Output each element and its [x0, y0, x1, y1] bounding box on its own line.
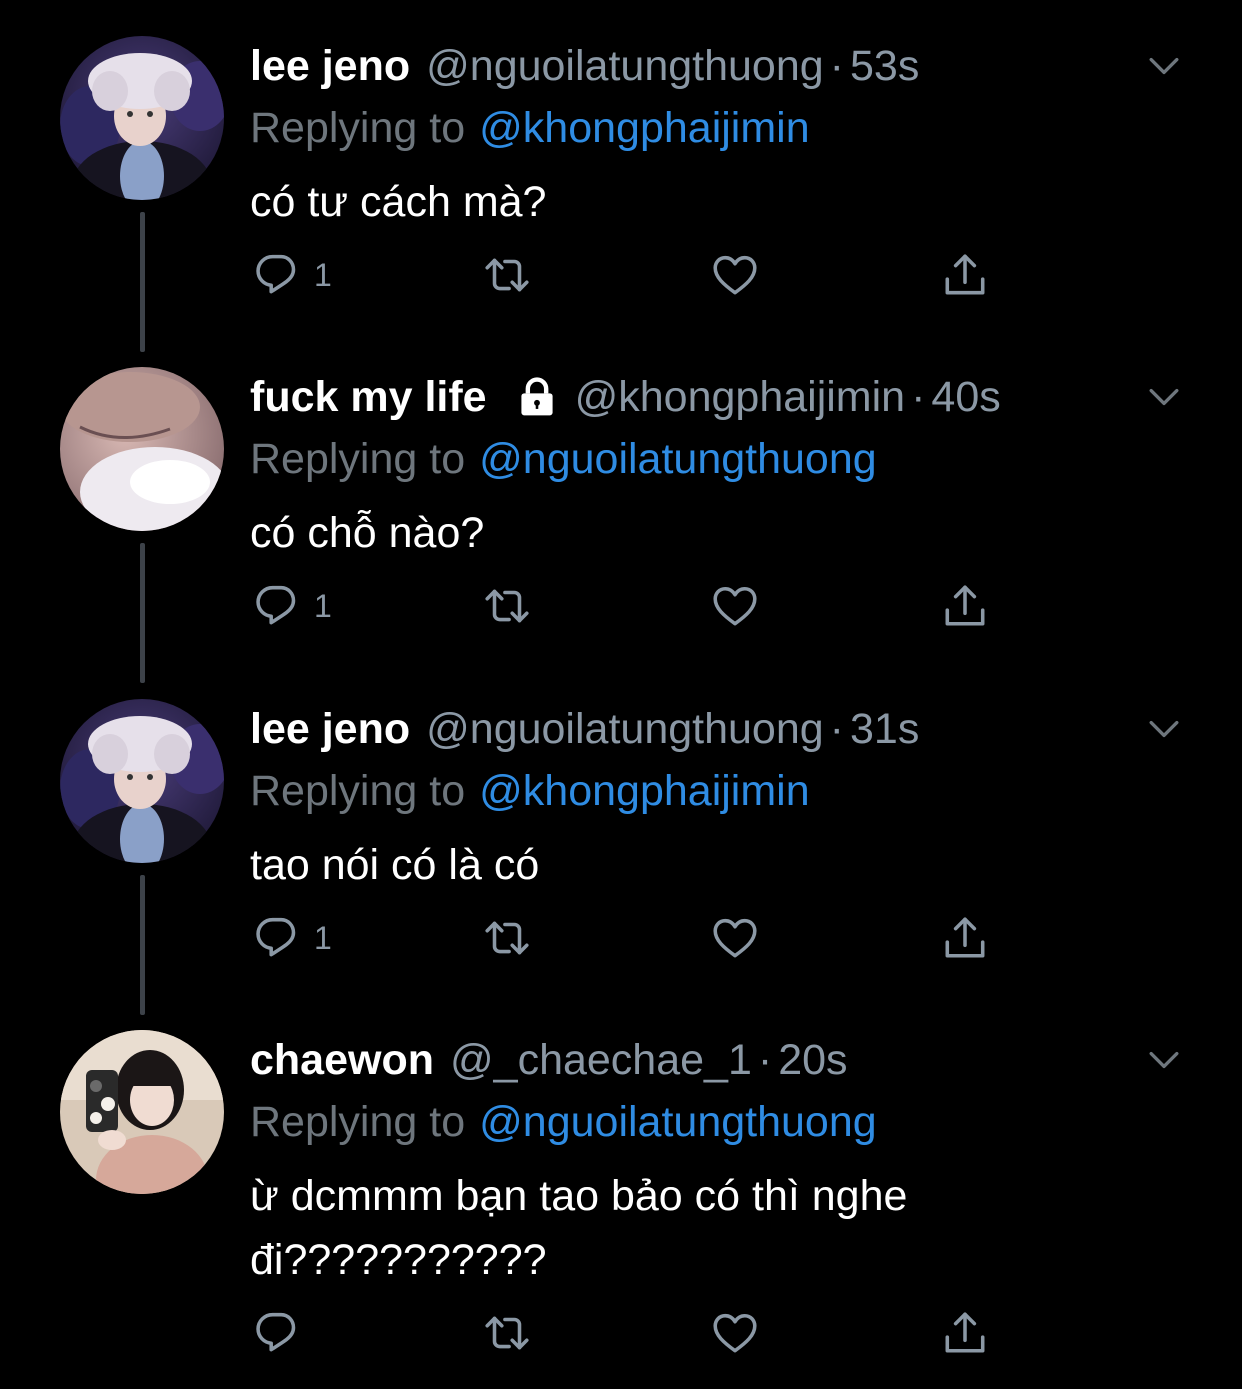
avatar[interactable] — [60, 699, 224, 863]
retweet-icon — [482, 1308, 532, 1358]
retweet-icon — [482, 913, 532, 963]
separator: · — [911, 373, 926, 421]
share-button[interactable] — [940, 250, 990, 300]
share-icon — [940, 913, 990, 963]
avatar-fuck-my-life — [60, 367, 224, 531]
handle[interactable]: @_chaechae_1 — [450, 1030, 752, 1090]
share-icon — [940, 581, 990, 631]
replying-to: Replying to @nguoilatungthuong — [250, 429, 877, 489]
tweet-text-line: ừ dcmmm bạn tao bảo có thì nghe — [250, 1172, 908, 1220]
heart-icon — [710, 913, 760, 963]
like-button[interactable] — [710, 913, 760, 963]
mention-link[interactable]: @khongphaijimin — [479, 104, 810, 152]
retweet-button[interactable] — [482, 1308, 532, 1358]
retweet-icon — [482, 250, 532, 300]
share-button[interactable] — [940, 1308, 990, 1358]
share-button[interactable] — [940, 581, 990, 631]
action-bar — [250, 1308, 1010, 1358]
chevron-down-icon[interactable] — [1142, 44, 1186, 88]
reply-icon — [254, 913, 304, 963]
tweet-header: lee jeno @nguoilatungthuong · 31s — [250, 699, 919, 759]
display-name[interactable]: lee jeno — [250, 699, 410, 759]
timestamp[interactable]: 31s — [850, 699, 919, 759]
tweet-text: tao nói có là có — [250, 841, 540, 889]
tweet-header: fuck my life @khongphaijimin · 40s — [250, 367, 1001, 427]
reply-icon — [254, 250, 304, 300]
reply-icon — [254, 1308, 304, 1358]
heart-icon — [710, 1308, 760, 1358]
heart-icon — [710, 581, 760, 631]
mention-link[interactable]: @nguoilatungthuong — [479, 435, 877, 483]
display-name[interactable]: chaewon — [250, 1030, 434, 1090]
replying-to-label: Replying to — [250, 767, 466, 815]
like-button[interactable] — [710, 250, 760, 300]
timestamp[interactable]: 20s — [778, 1030, 847, 1090]
thread-line — [140, 543, 145, 683]
reply-count: 1 — [314, 919, 332, 956]
avatar[interactable] — [60, 367, 224, 531]
replying-to-label: Replying to — [250, 435, 466, 483]
action-bar: 1 — [250, 250, 1010, 300]
chevron-down-icon[interactable] — [1142, 375, 1186, 419]
reply-button[interactable]: 1 — [254, 250, 332, 300]
retweet-button[interactable] — [482, 581, 532, 631]
separator: · — [829, 705, 844, 753]
replying-to: Replying to @khongphaijimin — [250, 761, 810, 821]
separator: · — [829, 42, 844, 90]
avatar-chaewon — [60, 1030, 224, 1194]
reply-icon — [254, 581, 304, 631]
thread-line — [140, 212, 145, 352]
replying-to-label: Replying to — [250, 104, 466, 152]
tweet[interactable]: chaewon @_chaechae_1 · 20s Replying to @n… — [0, 1030, 1242, 1380]
tweet[interactable]: fuck my life @khongphaijimin · 40s Reply… — [0, 367, 1242, 683]
chevron-down-icon[interactable] — [1142, 1038, 1186, 1082]
reply-button[interactable] — [254, 1308, 314, 1358]
tweet[interactable]: lee jeno @nguoilatungthuong · 53s Replyi… — [0, 36, 1242, 352]
tweet-text: có chỗ nào? — [250, 509, 485, 557]
like-button[interactable] — [710, 1308, 760, 1358]
mention-link[interactable]: @nguoilatungthuong — [479, 1098, 877, 1146]
mention-link[interactable]: @khongphaijimin — [479, 767, 810, 815]
avatar-lee-jeno — [60, 36, 224, 200]
reply-count: 1 — [314, 587, 332, 624]
avatar[interactable] — [60, 1030, 224, 1194]
handle[interactable]: @nguoilatungthuong — [426, 36, 824, 96]
share-icon — [940, 250, 990, 300]
timestamp[interactable]: 40s — [931, 367, 1000, 427]
lock-icon — [521, 377, 553, 416]
display-name[interactable]: lee jeno — [250, 36, 410, 96]
retweet-button[interactable] — [482, 250, 532, 300]
display-name[interactable]: fuck my life — [250, 367, 487, 427]
avatar[interactable] — [60, 36, 224, 200]
tweet-text: có tư cách mà? — [250, 178, 547, 226]
chevron-down-icon[interactable] — [1142, 707, 1186, 751]
share-button[interactable] — [940, 913, 990, 963]
replying-to: Replying to @khongphaijimin — [250, 98, 810, 158]
retweet-button[interactable] — [482, 913, 532, 963]
action-bar: 1 — [250, 913, 1010, 963]
reply-count: 1 — [314, 256, 332, 293]
replying-to-label: Replying to — [250, 1098, 466, 1146]
handle[interactable]: @khongphaijimin — [575, 367, 906, 427]
action-bar: 1 — [250, 581, 1010, 631]
heart-icon — [710, 250, 760, 300]
tweet-text: ừ dcmmm bạn tao bảo có thì nghe đi??????… — [250, 1164, 1150, 1292]
avatar-lee-jeno — [60, 699, 224, 863]
tweet-header: chaewon @_chaechae_1 · 20s — [250, 1030, 848, 1090]
separator: · — [757, 1036, 773, 1084]
reply-button[interactable]: 1 — [254, 913, 332, 963]
handle[interactable]: @nguoilatungthuong — [426, 699, 824, 759]
timestamp[interactable]: 53s — [850, 36, 919, 96]
replying-to: Replying to @nguoilatungthuong — [250, 1092, 877, 1152]
like-button[interactable] — [710, 581, 760, 631]
tweet-text-line: đi??????????? — [250, 1236, 547, 1284]
reply-button[interactable]: 1 — [254, 581, 332, 631]
tweet[interactable]: lee jeno @nguoilatungthuong · 31s Replyi… — [0, 699, 1242, 1015]
tweet-header: lee jeno @nguoilatungthuong · 53s — [250, 36, 919, 96]
retweet-icon — [482, 581, 532, 631]
share-icon — [940, 1308, 990, 1358]
thread-line — [140, 875, 145, 1015]
